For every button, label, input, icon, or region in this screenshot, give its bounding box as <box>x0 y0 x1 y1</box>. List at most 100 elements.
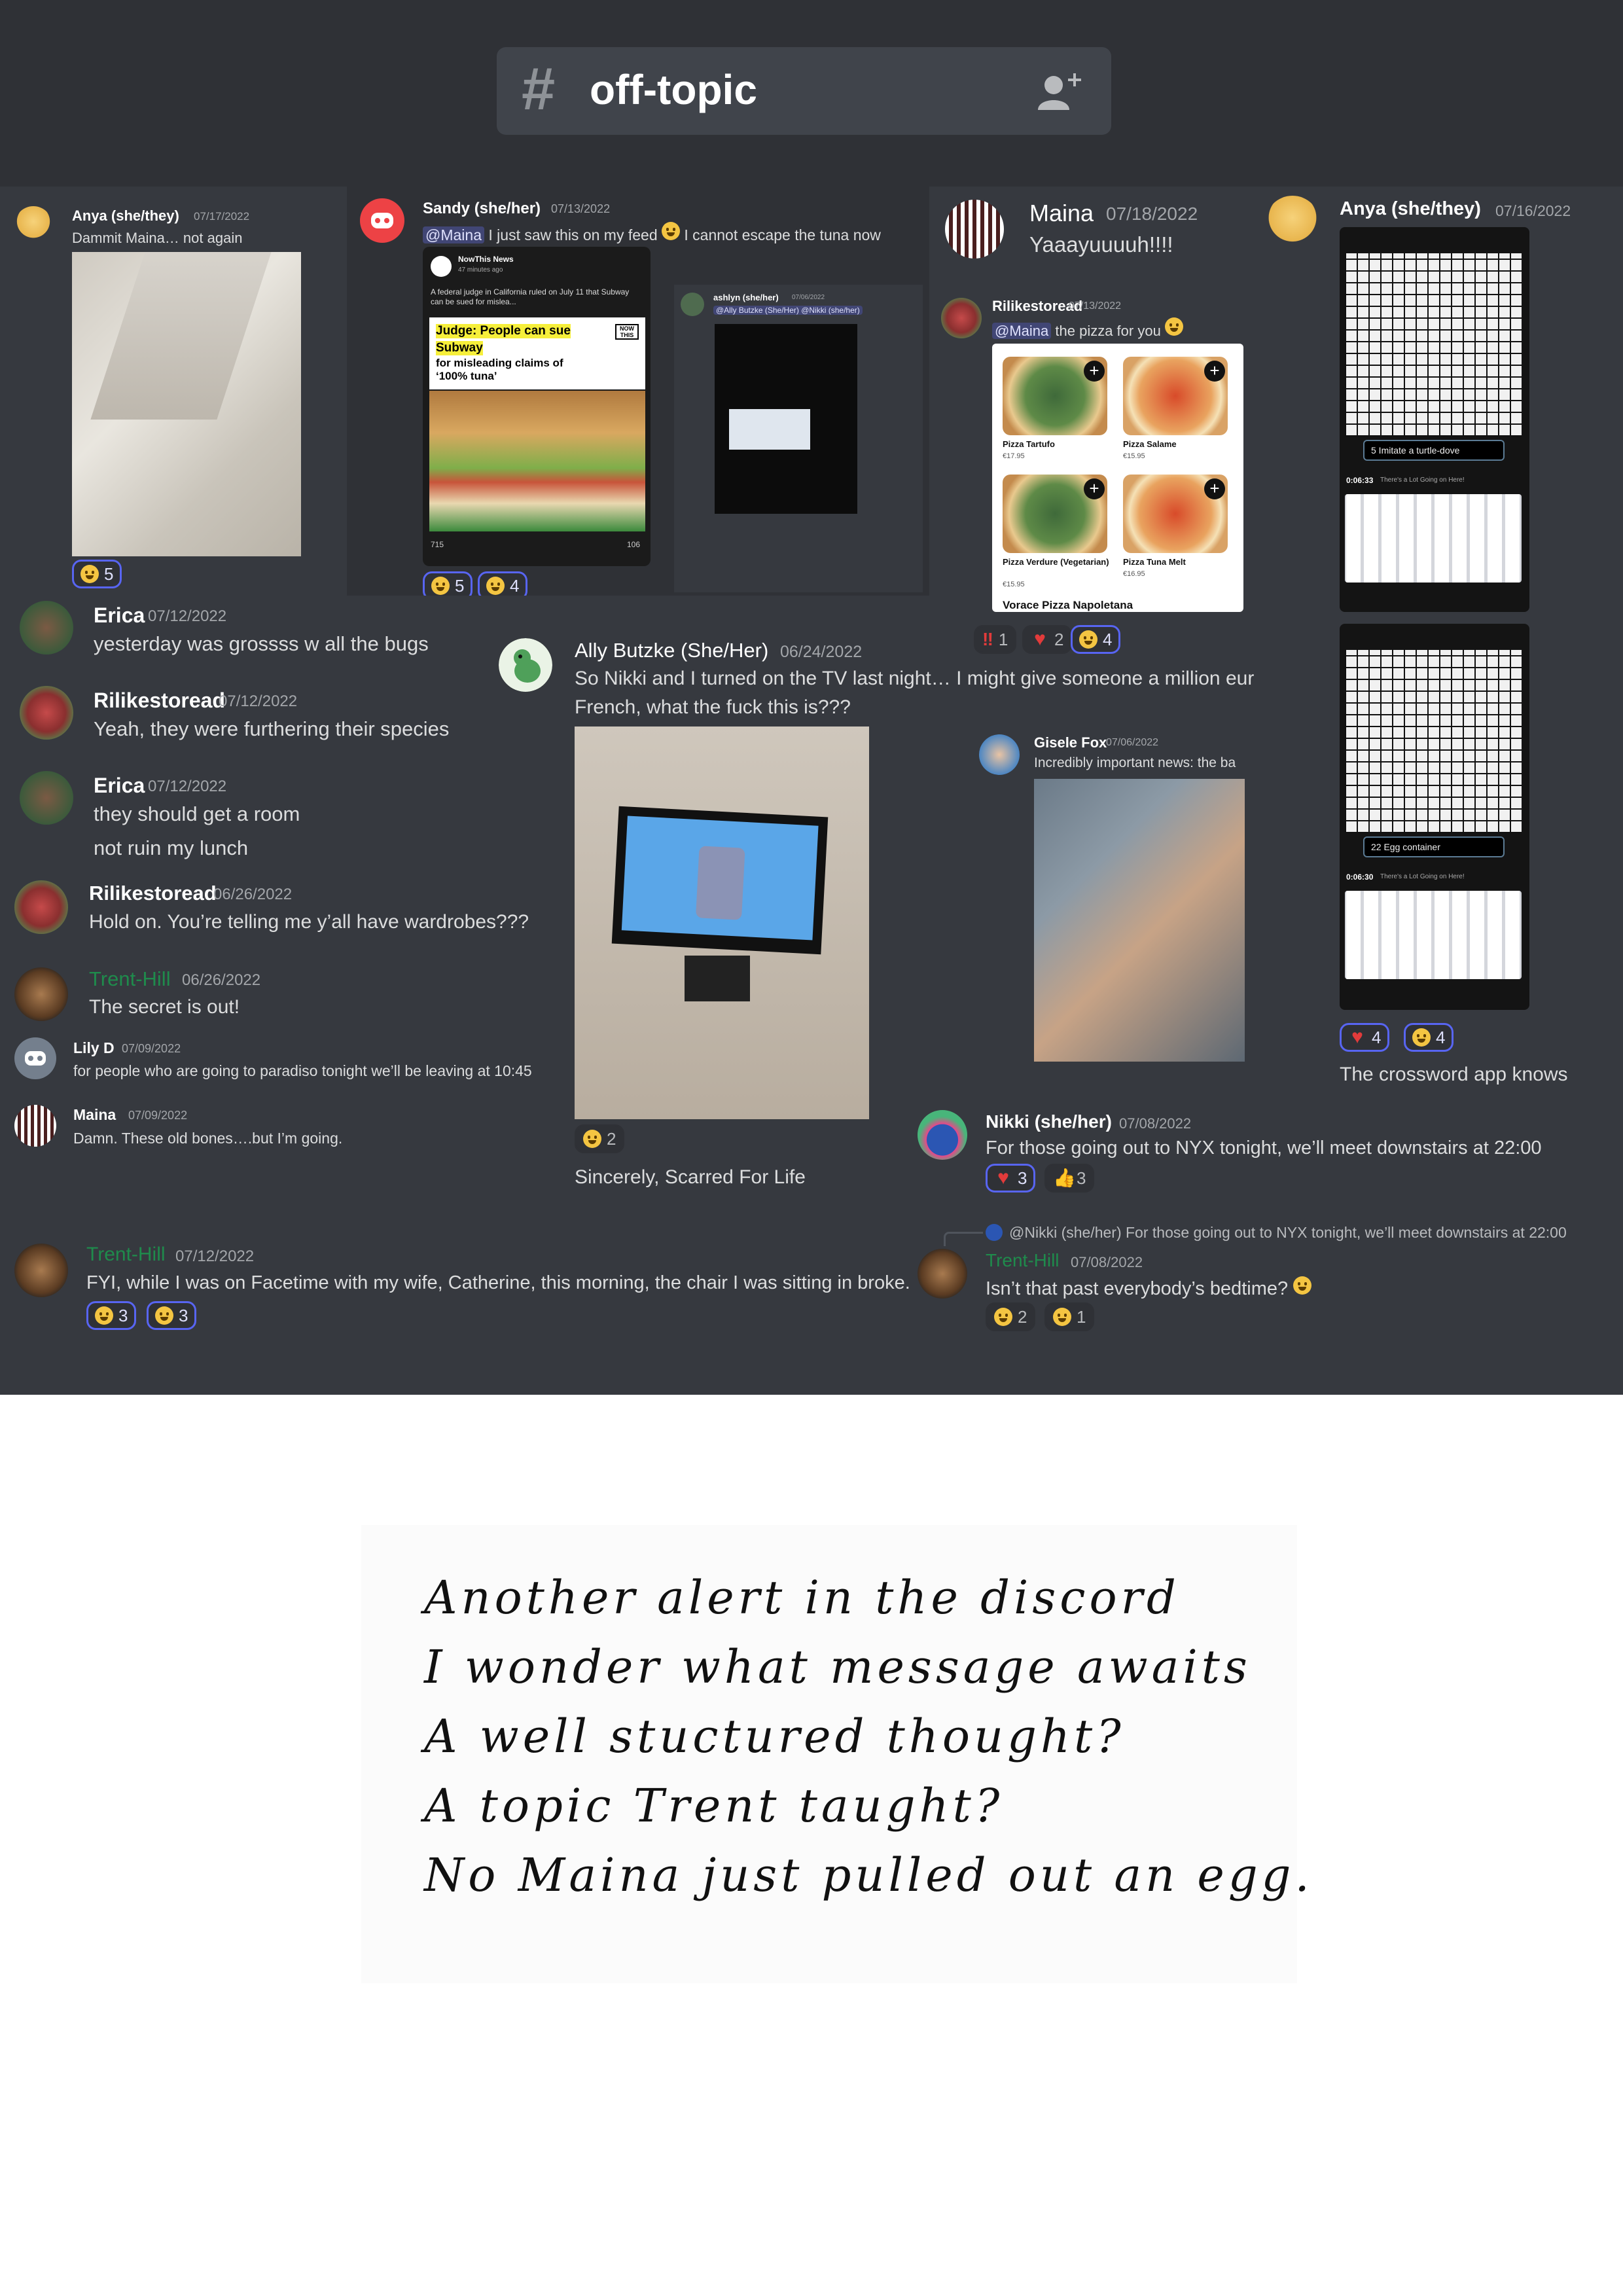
username[interactable]: Maina <box>73 1106 116 1124</box>
pizza-price: €15.95 <box>1123 452 1145 460</box>
reaction-heart[interactable]: ♥ 4 <box>1340 1023 1390 1052</box>
likes-count: 715 <box>431 540 444 549</box>
username[interactable]: Ally Butzke (She/Her) <box>575 639 768 662</box>
username[interactable]: Lily D <box>73 1039 115 1057</box>
avatar[interactable] <box>14 1037 56 1079</box>
mentions[interactable]: @Ally Butzke (She/Her) @Nikki (she/her) <box>713 306 863 315</box>
clue-box[interactable]: 22 Egg container <box>1363 836 1505 857</box>
avatar[interactable] <box>360 198 404 243</box>
avatar[interactable] <box>1265 196 1320 251</box>
keyboard[interactable] <box>1345 891 1522 979</box>
add-icon[interactable]: + <box>1084 361 1105 382</box>
reaction-joy[interactable]: 4 <box>1404 1023 1454 1052</box>
pizza-name: Pizza Salame <box>1123 439 1177 449</box>
channel-header[interactable]: # off-topic <box>497 47 1111 135</box>
username[interactable]: Anya (she/they) <box>1340 198 1481 220</box>
avatar[interactable] <box>20 771 73 825</box>
tv-photo[interactable] <box>575 726 869 1119</box>
poem-line: I wonder what message awaits <box>424 1640 1251 1694</box>
avatar[interactable] <box>918 1249 967 1299</box>
avatar[interactable] <box>14 1105 56 1147</box>
double-exclamation-icon: ‼ <box>982 629 993 649</box>
pizza-price: €15.95 <box>1003 581 1025 588</box>
tattoo-photo[interactable] <box>1034 779 1245 1062</box>
mention[interactable]: @Maina <box>423 226 484 243</box>
username[interactable]: Gisele Fox <box>1034 734 1107 751</box>
reaction-laugh[interactable]: 5 <box>72 560 122 588</box>
reply-text[interactable]: For those going out to NYX tonight, we’l… <box>1126 1224 1567 1241</box>
username[interactable]: Maina <box>1029 200 1094 227</box>
message-text: Dammit Maina… not again <box>72 230 243 246</box>
add-icon[interactable]: + <box>1204 361 1225 382</box>
timestamp: 07/17/2022 <box>194 210 250 223</box>
reaction-thumbsup[interactable]: 👍 3 <box>1044 1164 1095 1193</box>
message-text: yesterday was grossss w all the bugs <box>94 632 429 655</box>
message-text: The secret is out! <box>89 996 240 1018</box>
reaction-rofl[interactable]: 5 <box>423 571 473 596</box>
reaction-heart[interactable]: ♥ 3 <box>986 1164 1036 1193</box>
poem-line: A well stuctured thought? <box>424 1710 1125 1763</box>
sandwich-photo <box>429 391 645 531</box>
avatar[interactable] <box>681 293 704 316</box>
message-maina-rili: Maina 07/18/2022 Yaaayuuuuh!!!! Rilikest… <box>935 187 1252 658</box>
clue-box[interactable]: 5 Imitate a turtle-dove <box>1363 440 1505 461</box>
crossword-screenshot-2[interactable]: 22 Egg container 0:06:30 There's a Lot G… <box>1340 624 1529 1010</box>
tv-screen <box>621 816 819 941</box>
reaction-rofl[interactable]: 4 <box>1071 625 1121 654</box>
timestamp: 07/12/2022 <box>148 607 227 625</box>
username[interactable]: Rilikestoread <box>89 882 217 905</box>
username[interactable]: Trent-Hill <box>86 1244 166 1266</box>
username[interactable]: Nikki (she/her) <box>986 1111 1112 1132</box>
reaction-rofl[interactable]: 3 <box>147 1301 197 1330</box>
message-text: So Nikki and I turned on the TV last nig… <box>575 668 1255 689</box>
username[interactable]: Rilikestoread <box>94 689 225 713</box>
message-text: I just saw this on my feed <box>488 226 658 243</box>
reaction-yawn[interactable]: 2 <box>986 1302 1036 1331</box>
reply-username[interactable]: @Nikki (she/her) <box>1009 1224 1122 1241</box>
username[interactable]: Trent-Hill <box>89 967 171 991</box>
avatar[interactable] <box>14 1244 68 1297</box>
avatar[interactable] <box>20 601 73 655</box>
avatar[interactable] <box>14 880 68 934</box>
mention[interactable]: @Maina <box>992 323 1052 339</box>
add-icon[interactable]: + <box>1204 478 1225 499</box>
add-member-icon[interactable] <box>1034 68 1086 114</box>
crossword-screenshot-1[interactable]: 5 Imitate a turtle-dove 0:06:33 There's … <box>1340 227 1529 612</box>
username[interactable]: Erica <box>94 603 145 628</box>
timestamp: 07/08/2022 <box>1071 1254 1143 1270</box>
username[interactable]: Erica <box>94 774 145 798</box>
reaction-joy[interactable]: 4 <box>478 571 528 596</box>
avatar[interactable] <box>14 206 52 244</box>
reaction-laugh[interactable]: 3 <box>86 1301 137 1330</box>
timestamp: 06/26/2022 <box>182 971 261 989</box>
username[interactable]: ashlyn (she/her) <box>713 293 779 302</box>
avatar[interactable] <box>979 734 1020 775</box>
avatar[interactable] <box>20 686 73 740</box>
avatar[interactable] <box>941 298 982 338</box>
reaction-rofl[interactable]: 1 <box>1044 1302 1095 1331</box>
avatar[interactable] <box>14 967 68 1021</box>
crossword-grid <box>1345 253 1522 437</box>
message-text: for people who are going to paradiso ton… <box>73 1062 532 1079</box>
reaction-laugh[interactable]: 2 <box>575 1124 625 1153</box>
monocle-emoji-icon <box>1293 1276 1312 1295</box>
avatar[interactable] <box>918 1110 967 1160</box>
pizza-menu-screenshot[interactable]: + Pizza Tartufo €17.95 + Pizza Salame €1… <box>992 344 1243 612</box>
reaction-bang[interactable]: ‼ 1 <box>974 625 1017 654</box>
keyboard[interactable] <box>1345 494 1522 583</box>
status-text: There's a Lot Going on Here! <box>1380 476 1465 484</box>
timestamp: 07/13/2022 <box>551 202 611 215</box>
floor-photo[interactable] <box>72 252 301 556</box>
timestamp: 07/09/2022 <box>122 1042 181 1055</box>
avatar[interactable] <box>499 638 552 692</box>
dark-video-photo[interactable] <box>715 324 857 514</box>
avatar[interactable] <box>945 200 1004 259</box>
channel-hash-icon: # <box>522 56 556 122</box>
pizza-price: €17.95 <box>1003 452 1025 460</box>
username[interactable]: Anya (she/they) <box>72 207 179 224</box>
username[interactable]: Trent-Hill <box>986 1250 1060 1271</box>
reaction-heart[interactable]: ♥ 2 <box>1022 625 1073 654</box>
news-screenshot[interactable]: NowThis News 47 minutes ago A federal ju… <box>423 247 651 566</box>
username[interactable]: Sandy (she/her) <box>423 200 541 218</box>
add-icon[interactable]: + <box>1084 478 1105 499</box>
